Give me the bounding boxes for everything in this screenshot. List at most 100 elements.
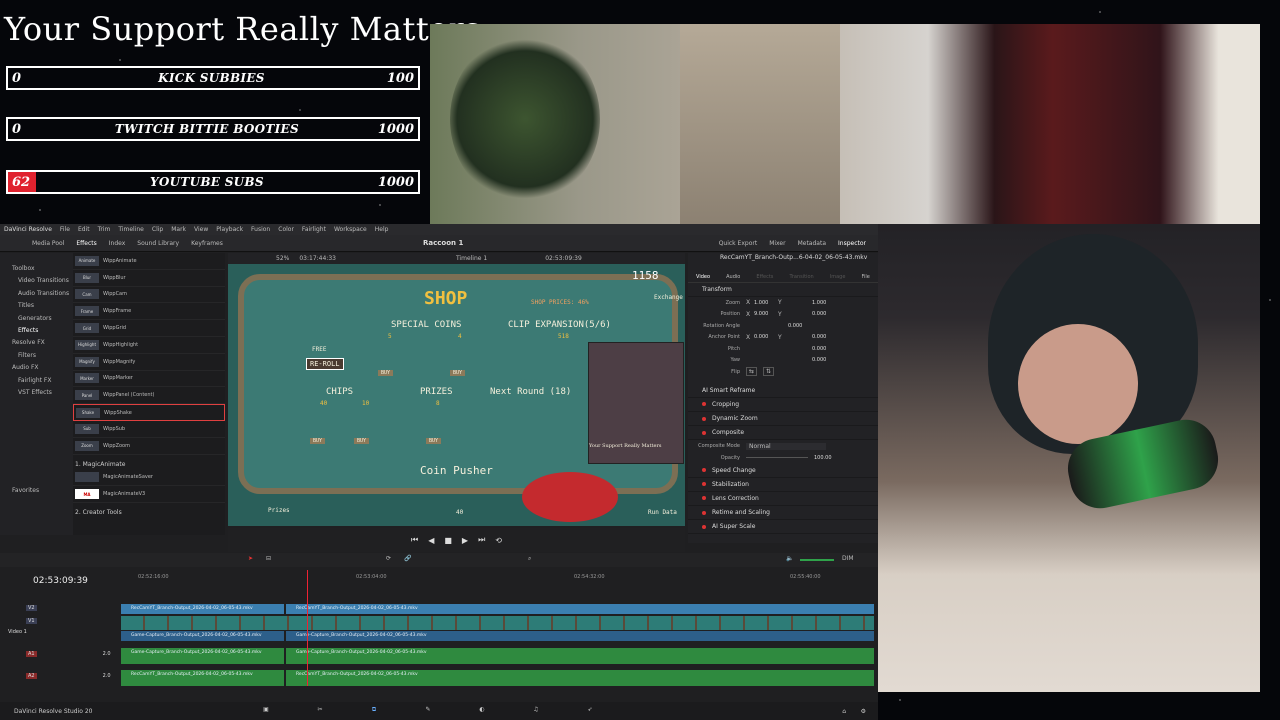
opacity-row[interactable]: Opacity 100.00 [688, 452, 878, 464]
loop-icon[interactable]: ⟲ [495, 536, 502, 545]
fx-section-magicanimate[interactable]: 1. MagicAnimate [73, 455, 225, 470]
opacity-value[interactable]: 100.00 [814, 455, 838, 461]
game-push-button[interactable] [522, 472, 618, 522]
menu-workspace[interactable]: Workspace [334, 226, 367, 233]
link-icon[interactable]: 🔗 [404, 555, 411, 562]
menu-file[interactable]: File [60, 226, 70, 233]
param-value[interactable]: 0.000 [788, 323, 812, 329]
menu-color[interactable]: Color [278, 226, 294, 233]
menu-playback[interactable]: Playback [216, 226, 243, 233]
quick-export-button[interactable]: Quick Export [719, 240, 758, 247]
fx-item-selected[interactable]: Shake WippShake [73, 404, 225, 421]
section-dynamic-zoom[interactable]: Dynamic Zoom [688, 412, 878, 427]
index-button[interactable]: Index [109, 240, 126, 247]
param-row[interactable]: Rotation Angle 0.000 [688, 320, 878, 332]
param-row[interactable]: Anchor Point X 0.000 Y 0.000 [688, 332, 878, 344]
param-x[interactable]: 1.000 [754, 300, 778, 306]
section-stabilization[interactable]: Stabilization [688, 478, 878, 492]
section-cropping[interactable]: Cropping [688, 398, 878, 413]
step-back-icon[interactable]: ◀ [428, 536, 434, 545]
snapping-icon[interactable]: ⟳ [386, 555, 391, 562]
tree-item-audio-transitions[interactable]: Audio Transitions [0, 290, 73, 302]
tree-item-effects[interactable]: Effects [0, 327, 73, 339]
clip-v1-thumbnails[interactable] [121, 616, 874, 630]
selection-tool-icon[interactable]: ➤ [248, 555, 253, 562]
section-lens-correction[interactable]: Lens Correction [688, 492, 878, 506]
fx-item[interactable]: Animate WippAnimate [73, 253, 225, 270]
clip-v1[interactable]: Game-Capture_Branch-Output_2026-04-02_06… [121, 631, 284, 641]
speaker-icon[interactable]: 🔈 [786, 555, 793, 562]
param-y[interactable]: 0.000 [812, 311, 836, 317]
fx-item[interactable]: Magnify WippMagnify [73, 354, 225, 371]
composite-mode-row[interactable]: Composite Mode Normal [688, 440, 878, 452]
volume-slider[interactable] [800, 559, 834, 561]
menu-clip[interactable]: Clip [152, 226, 163, 233]
tab-audio[interactable]: Audio [726, 274, 740, 280]
tree-item-resolve-fx[interactable]: Resolve FX [0, 339, 73, 351]
color-page-icon[interactable]: ◐ [476, 706, 488, 716]
tree-item-titles[interactable]: Titles [0, 302, 73, 314]
tree-item-fairlight-fx[interactable]: Fairlight FX [0, 377, 73, 389]
fx-item[interactable]: Sub WippSub [73, 421, 225, 438]
game-prizes-button[interactable]: Prizes [268, 507, 290, 514]
opacity-slider[interactable] [746, 457, 808, 459]
menu-trim[interactable]: Trim [98, 226, 111, 233]
fx-item[interactable]: Panel WippPanel (Content) [73, 387, 225, 405]
game-buy-button[interactable]: BUY [426, 438, 442, 444]
fx-item[interactable]: Zoom WippZoom [73, 438, 225, 455]
section-speed-change[interactable]: Speed Change [688, 463, 878, 478]
param-value[interactable]: 0.000 [812, 357, 836, 363]
settings-icon[interactable]: ⚙ [861, 708, 866, 715]
tree-item-vst-effects[interactable]: VST Effects [0, 389, 73, 401]
tree-item-audio-fx[interactable]: Audio FX [0, 364, 73, 376]
menu-fusion[interactable]: Fusion [251, 226, 270, 233]
menu-timeline[interactable]: Timeline [118, 226, 144, 233]
fx-item[interactable]: Marker WippMarker [73, 371, 225, 388]
media-page-icon[interactable]: ▣ [260, 706, 272, 716]
fx-item[interactable]: MA MagicAnimateV3 [73, 486, 225, 504]
track-header-v1[interactable]: V1 [0, 618, 120, 624]
clip-a2[interactable]: RecCamYT_Branch-Output_2026-04-02_06-05-… [121, 670, 284, 686]
timeline-name[interactable]: Timeline 1 [456, 255, 487, 262]
clip-a2[interactable]: RecCamYT_Branch-Output_2026-04-02_06-05-… [286, 670, 874, 686]
clip-a1[interactable]: Game-Capture_Branch-Output_2026-04-02_06… [286, 648, 874, 664]
enabled-dot-icon[interactable] [702, 416, 706, 421]
menu-fairlight[interactable]: Fairlight [302, 226, 326, 233]
enabled-dot-icon[interactable] [702, 524, 706, 529]
home-icon[interactable]: ⌂ [842, 708, 846, 715]
game-buy-button[interactable]: BUY [310, 438, 326, 444]
media-pool-button[interactable]: Media Pool [6, 240, 64, 247]
skip-forward-icon[interactable]: ⏭ [478, 535, 485, 545]
menu-view[interactable]: View [194, 226, 208, 233]
sound-library-button[interactable]: Sound Library [137, 240, 179, 247]
tree-item-generators[interactable]: Generators [0, 315, 73, 327]
clip-v1[interactable]: Game-Capture_Branch-Output_2026-04-02_06… [286, 631, 874, 641]
game-buy-button[interactable]: BUY [378, 370, 394, 376]
fx-section-creator-tools[interactable]: 2. Creator Tools [73, 503, 225, 518]
skip-back-icon[interactable]: ⏮ [411, 535, 418, 545]
tree-item-video-transitions[interactable]: Video Transitions [0, 277, 73, 289]
section-retime-scaling[interactable]: Retime and Scaling [688, 506, 878, 521]
clip-a1[interactable]: Game-Capture_Branch-Output_2026-04-02_06… [121, 648, 284, 664]
blade-tool-icon[interactable]: ⊟ [266, 555, 271, 562]
menu-help[interactable]: Help [375, 226, 389, 233]
menu-edit[interactable]: Edit [78, 226, 90, 233]
param-row[interactable]: Flip ⇆ ⇅ [688, 366, 878, 378]
track-header-a2[interactable]: A2 2.0 [0, 673, 120, 679]
track-header-v2[interactable]: V2 [0, 605, 120, 611]
flip-horizontal-icon[interactable]: ⇆ [746, 367, 758, 377]
enabled-dot-icon[interactable] [702, 468, 706, 473]
game-buy-button[interactable]: BUY [354, 438, 370, 444]
flip-vertical-icon[interactable]: ⇅ [763, 367, 775, 377]
param-row[interactable]: Yaw 0.000 [688, 355, 878, 367]
game-buy-button[interactable]: BUY [450, 370, 466, 376]
fx-item[interactable]: Frame WippFrame [73, 303, 225, 321]
param-y[interactable]: 1.000 [812, 300, 836, 306]
param-x[interactable]: 0.000 [754, 334, 778, 340]
cut-page-icon[interactable]: ✂ [314, 706, 326, 716]
tree-item-filters[interactable]: Filters [0, 352, 73, 364]
section-transform[interactable]: Transform [688, 283, 878, 298]
tab-transition[interactable]: Transition [790, 274, 814, 280]
metadata-button[interactable]: Metadata [798, 240, 826, 247]
game-reroll-button[interactable]: RE-ROLL [306, 358, 344, 370]
